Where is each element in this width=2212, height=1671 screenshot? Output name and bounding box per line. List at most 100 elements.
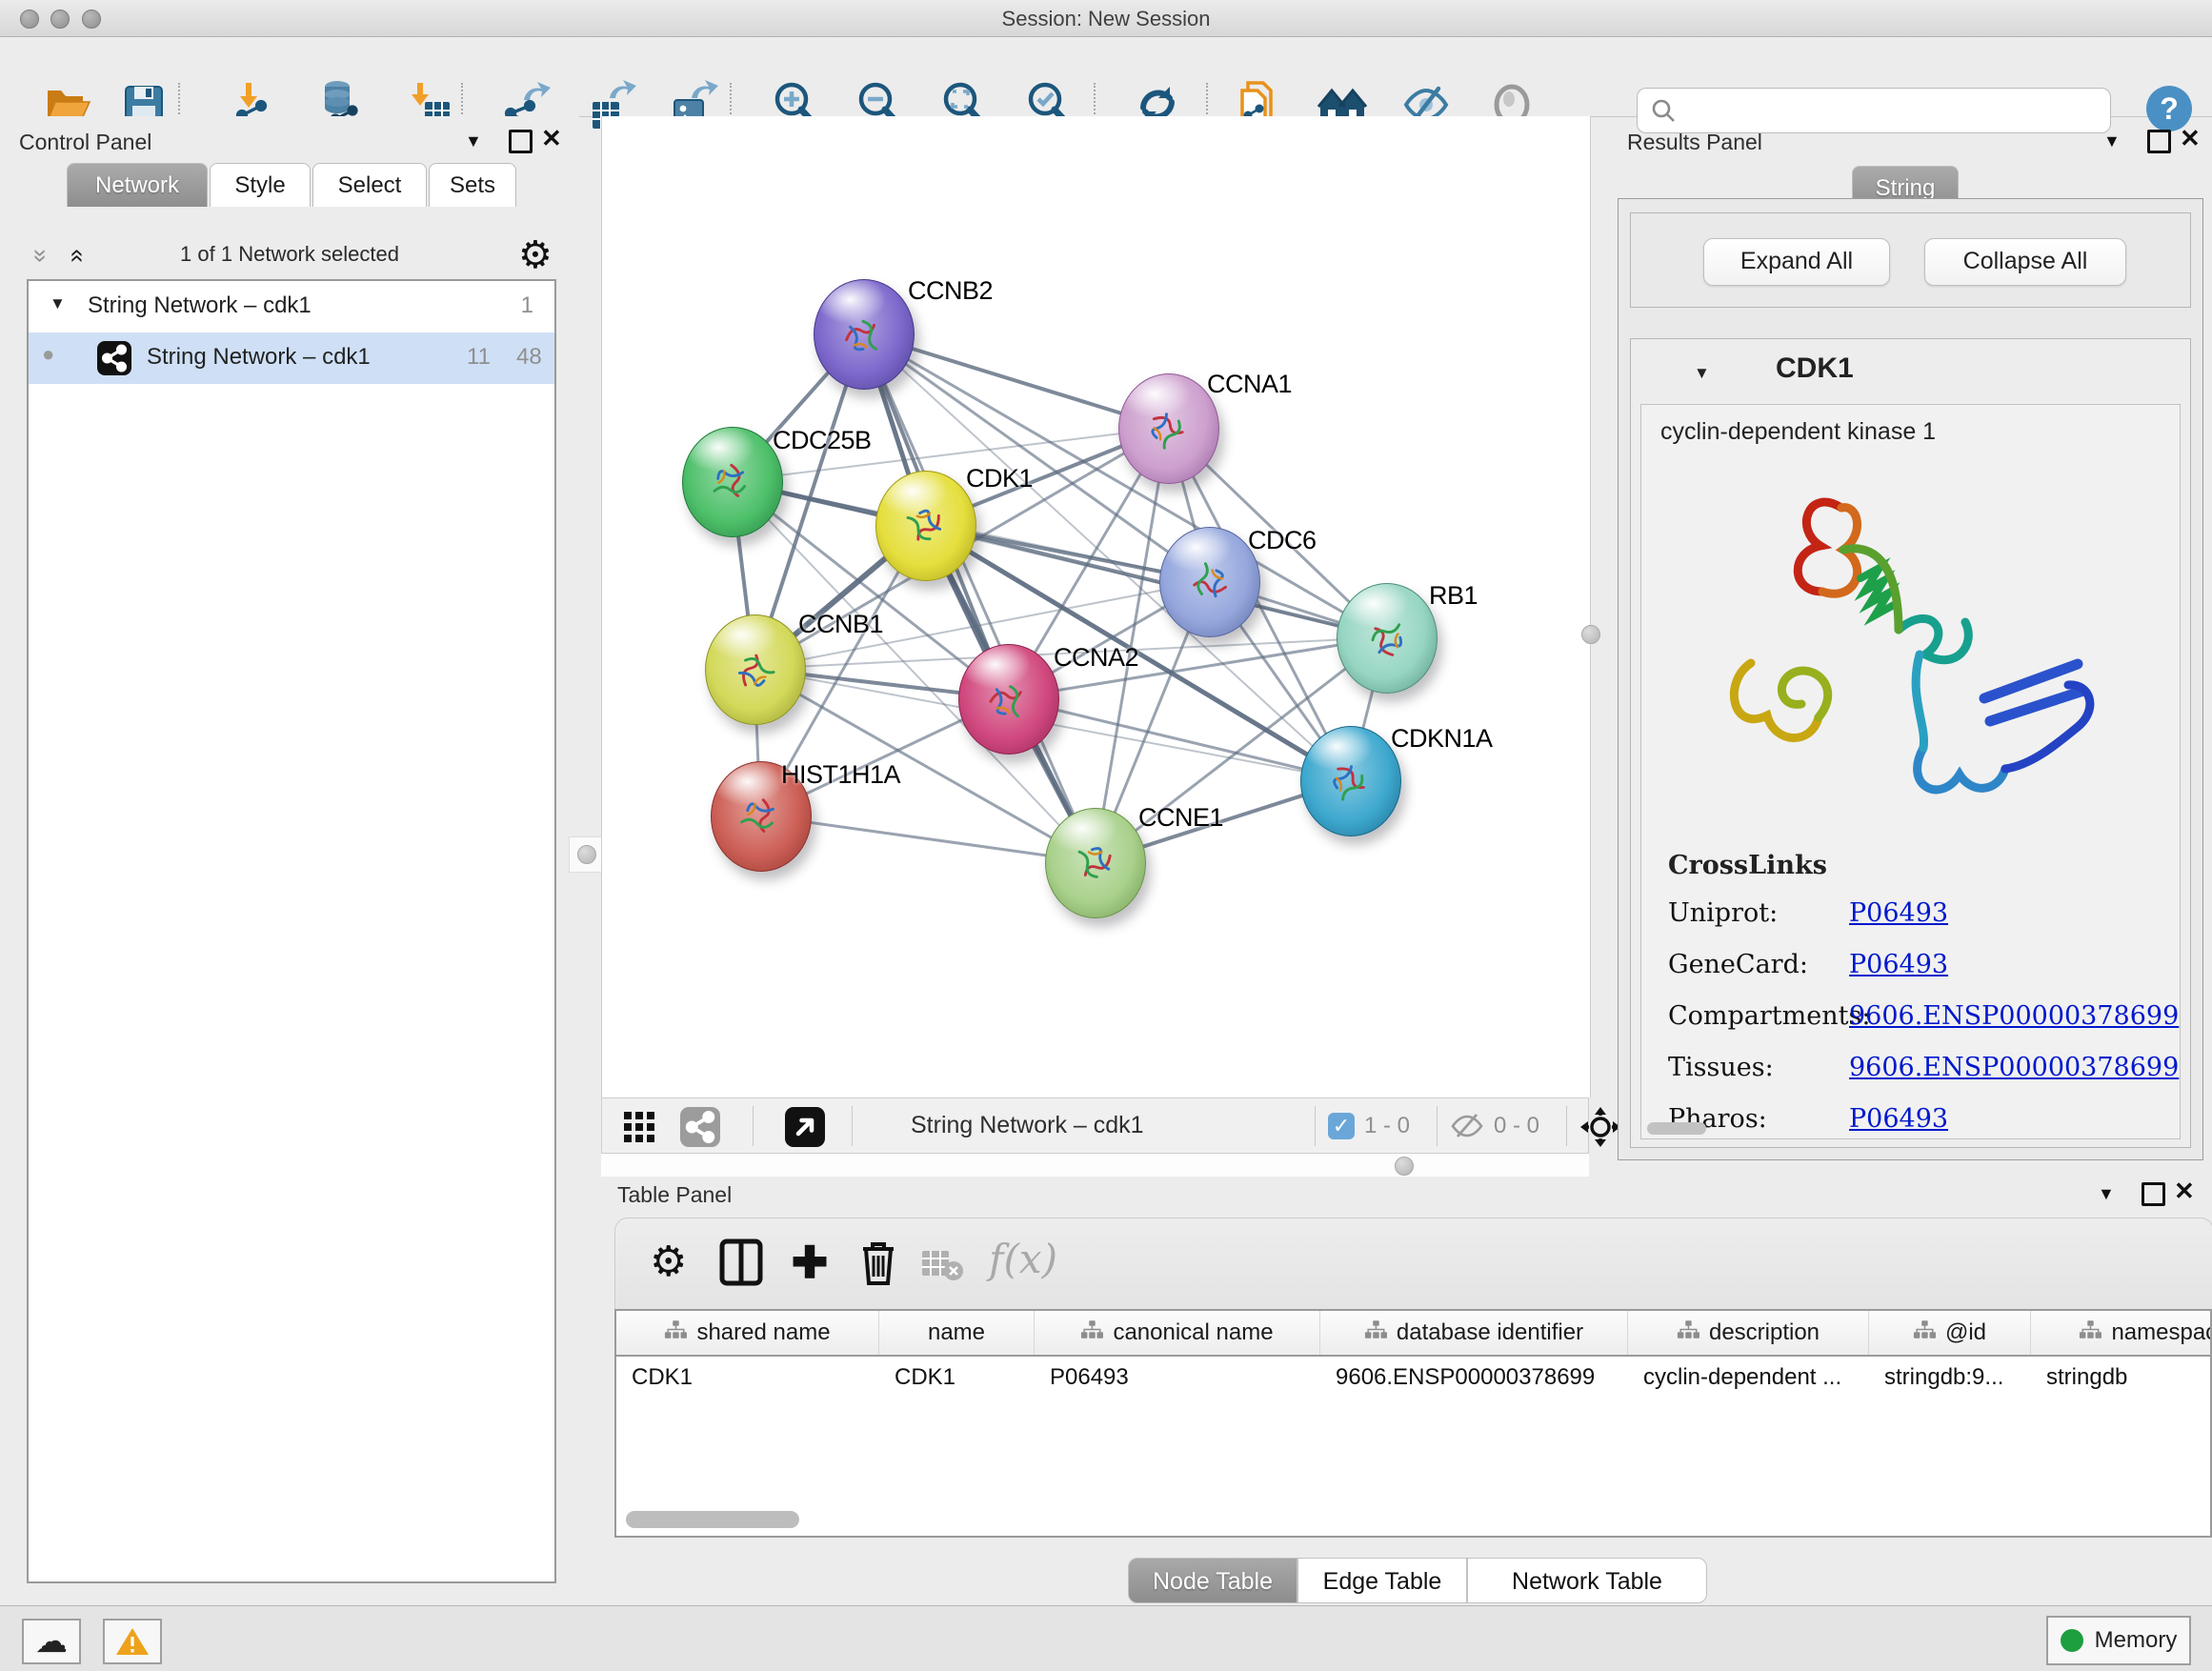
expand-all-button[interactable]: Expand All — [1703, 238, 1890, 286]
memory-button[interactable]: Memory — [2046, 1616, 2191, 1665]
panel-close-icon[interactable]: ✕ — [541, 129, 562, 148]
show-columns-icon[interactable] — [716, 1238, 766, 1287]
shared-column-icon — [1677, 1319, 1699, 1346]
tab-network-table[interactable]: Network Table — [1467, 1558, 1707, 1603]
column-header-label: database identifier — [1397, 1319, 1583, 1346]
panel-float-icon[interactable] — [2147, 130, 2171, 153]
network-node-CCNA2[interactable] — [958, 644, 1059, 755]
network-node-CDC6[interactable] — [1159, 527, 1260, 637]
network-edge-count: 48 — [516, 344, 542, 371]
crosslink-link[interactable]: P06493 — [1849, 950, 1948, 979]
cloud-button[interactable]: ☁ — [22, 1619, 81, 1664]
column-header-name[interactable]: name — [879, 1311, 1035, 1355]
table-cell[interactable]: cyclin-dependent ... — [1628, 1357, 1869, 1399]
table-cell[interactable]: P06493 — [1035, 1357, 1320, 1399]
warnings-button[interactable] — [103, 1619, 162, 1664]
crosslink-link[interactable]: 9606.ENSP00000378699 — [1849, 1053, 2179, 1082]
open-view-in-window-icon[interactable] — [785, 1107, 825, 1147]
column-header-database-identifier[interactable]: database identifier — [1320, 1311, 1628, 1355]
tab-sets[interactable]: Sets — [429, 163, 516, 207]
network-node-CCNB2[interactable] — [814, 279, 915, 390]
tab-node-table[interactable]: Node Table — [1128, 1558, 1297, 1603]
network-canvas[interactable]: CCNB2CCNA1CDC25BCDK1CDC6RB1CCNB1CCNA2CDK… — [601, 116, 1591, 1097]
panel-float-icon[interactable] — [509, 130, 533, 153]
right-splitter-handle[interactable] — [1581, 625, 1600, 644]
panel-dropdown-icon[interactable]: ▼ — [465, 131, 482, 151]
network-row-selected[interactable]: ● String Network – cdk1 11 48 — [29, 332, 554, 384]
application-window: Session: New Session — [0, 0, 2212, 1671]
memory-status-dot — [2061, 1629, 2083, 1652]
table-cell[interactable]: CDK1 — [879, 1357, 1035, 1399]
column-header-shared-name[interactable]: shared name — [616, 1311, 879, 1355]
results-scrollbar-thumb[interactable] — [1647, 1122, 1706, 1135]
edge-CCNA2-CDKN1A[interactable] — [1008, 698, 1350, 780]
delete-column-trash-icon[interactable] — [854, 1238, 903, 1287]
panel-dropdown-icon[interactable]: ▼ — [2103, 131, 2121, 151]
column-header-description[interactable]: description — [1628, 1311, 1869, 1355]
network-node-CDKN1A[interactable] — [1300, 726, 1401, 836]
crosslink-link[interactable]: P06493 — [1849, 1104, 1948, 1134]
add-column-icon[interactable]: ✚ — [785, 1238, 835, 1287]
statusbar-separator — [753, 1106, 754, 1146]
panel-dropdown-icon[interactable]: ▼ — [2098, 1184, 2115, 1203]
left-splitter-handle[interactable] — [577, 845, 596, 864]
protein-thumbnail-CCNB2 — [835, 305, 891, 365]
node-table-header: shared namenamecanonical name database id… — [616, 1311, 2212, 1357]
column-header-canonical-name[interactable]: canonical name — [1035, 1311, 1320, 1355]
crosslink-row: Compartments:9606.ENSP00000378699 — [1641, 990, 2180, 1041]
tree-expander-icon[interactable]: ▼ — [50, 294, 66, 313]
crosslink-label: GeneCard: — [1668, 950, 1808, 979]
crosslink-row: GeneCard: P06493 — [1641, 938, 2180, 990]
tab-select[interactable]: Select — [312, 163, 427, 207]
network-label: String Network – cdk1 — [147, 344, 371, 371]
network-share-gray-icon[interactable] — [680, 1107, 720, 1147]
main-toolbar: ? — [0, 37, 2212, 117]
network-node-CCNB1[interactable] — [705, 614, 806, 725]
protein-thumbnail-CDC6 — [1170, 542, 1249, 622]
crosslink-link[interactable]: 9606.ENSP00000378699 — [1849, 1001, 2179, 1031]
protein-thumbnail-CCNA1 — [1127, 389, 1208, 469]
table-options-gear-icon[interactable]: ⚙ — [650, 1241, 699, 1291]
horizontal-splitter-handle[interactable] — [1395, 1157, 1414, 1176]
right-splitter[interactable] — [1574, 617, 1608, 652]
network-node-CCNA1[interactable] — [1118, 373, 1219, 484]
collapse-all-button[interactable]: Collapse All — [1924, 238, 2126, 286]
network-node-CDK1[interactable] — [875, 471, 976, 581]
birds-eye-view-icon[interactable] — [623, 1111, 655, 1143]
network-options-gear-icon[interactable]: ⚙ — [518, 236, 553, 274]
tab-style[interactable]: Style — [210, 163, 311, 207]
network-view-title: String Network – cdk1 — [911, 1112, 1144, 1139]
network-node-RB1[interactable] — [1337, 583, 1438, 694]
node-table-row: CDK1CDK1P064939606.ENSP00000378699cyclin… — [616, 1357, 2212, 1399]
network-node-CCNE1[interactable] — [1045, 808, 1146, 918]
function-builder-icon-disabled: f(x) — [989, 1236, 1075, 1285]
tab-edge-table[interactable]: Edge Table — [1297, 1558, 1467, 1603]
node-label-CDC25B: CDC25B — [773, 426, 872, 455]
left-splitter[interactable] — [569, 836, 605, 873]
app-status-bar: ☁ Memory — [0, 1605, 2212, 1671]
collection-count: 1 — [521, 292, 533, 319]
crosslink-link[interactable]: P06493 — [1849, 898, 1948, 928]
network-tree: ▼ String Network – cdk1 1 ● String Netwo… — [27, 279, 556, 1583]
table-cell[interactable]: CDK1 — [616, 1357, 879, 1399]
statusbar-separator — [852, 1106, 853, 1146]
control-panel-title: Control Panel — [19, 130, 151, 155]
panel-close-icon[interactable]: ✕ — [2174, 1181, 2195, 1200]
selected-checkbox-icon[interactable]: ✓ — [1328, 1113, 1355, 1139]
table-horizontal-scrollbar[interactable] — [626, 1511, 799, 1528]
column-header-@id[interactable]: @id — [1869, 1311, 2031, 1355]
horizontal-splitter[interactable] — [601, 1154, 1589, 1178]
crosslink-label: Compartments: — [1668, 1001, 1870, 1031]
table-cell[interactable]: 9606.ENSP00000378699 — [1320, 1357, 1628, 1399]
node-label-RB1: RB1 — [1429, 581, 1478, 611]
network-collection-row[interactable]: ▼ String Network – cdk1 1 — [29, 281, 554, 332]
table-cell[interactable]: stringdb — [2031, 1357, 2212, 1399]
column-header-namespace[interactable]: namespace — [2031, 1311, 2212, 1355]
tab-network[interactable]: Network — [67, 163, 208, 207]
panel-float-icon[interactable] — [2142, 1182, 2165, 1206]
node-label-CDK1: CDK1 — [966, 464, 1033, 493]
network-node-CDC25B[interactable] — [682, 427, 783, 537]
panel-close-icon[interactable]: ✕ — [2180, 129, 2201, 148]
table-cell[interactable]: stringdb:9... — [1869, 1357, 2031, 1399]
section-expander-icon[interactable]: ▼ — [1694, 364, 1710, 383]
